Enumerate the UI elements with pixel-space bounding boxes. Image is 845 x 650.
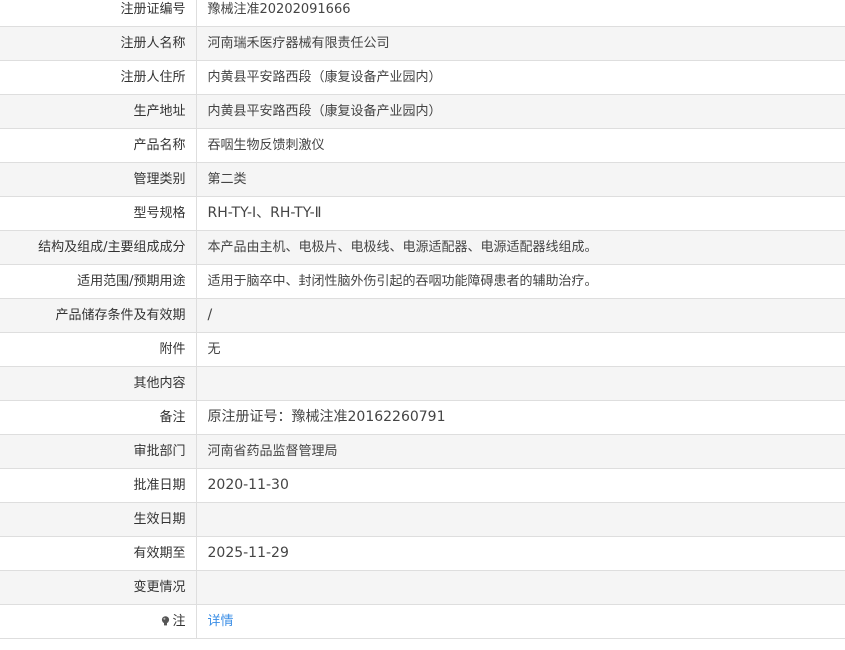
- label-approval-date: 批准日期: [0, 468, 197, 503]
- label-valid-until: 有效期至: [0, 536, 197, 571]
- value-approval-date: 2020-11-30: [196, 468, 845, 503]
- row-structure-composition: 结构及组成/主要组成成分 本产品由主机、电极片、电极线、电源适配器、电源适配器线…: [0, 230, 845, 265]
- row-registration-number: 注册证编号 豫械注准20202091666: [0, 0, 845, 27]
- row-registrant-address: 注册人住所 内黄县平安路西段（康复设备产业园内）: [0, 60, 845, 95]
- lightbulb-icon: [161, 616, 170, 626]
- value-remarks: 原注册证号：豫械注准20162260791: [196, 400, 845, 435]
- value-structure-composition: 本产品由主机、电极片、电极线、电源适配器、电源适配器线组成。: [196, 230, 845, 265]
- value-other-content: [196, 366, 845, 401]
- label-approval-department: 审批部门: [0, 434, 197, 469]
- value-valid-until: 2025-11-29: [196, 536, 845, 571]
- value-note: 详情: [196, 604, 845, 639]
- label-registrant-address: 注册人住所: [0, 60, 197, 95]
- label-storage-validity: 产品储存条件及有效期: [0, 298, 197, 333]
- row-intended-use: 适用范围/预期用途 适用于脑卒中、封闭性脑外伤引起的吞咽功能障碍患者的辅助治疗。: [0, 264, 845, 299]
- value-approval-department: 河南省药品监督管理局: [196, 434, 845, 469]
- value-storage-validity: /: [196, 298, 845, 333]
- label-intended-use: 适用范围/预期用途: [0, 264, 197, 299]
- value-registrant-name: 河南瑞禾医疗器械有限责任公司: [196, 26, 845, 61]
- label-remarks: 备注: [0, 400, 197, 435]
- label-other-content: 其他内容: [0, 366, 197, 401]
- label-product-name: 产品名称: [0, 128, 197, 163]
- label-registrant-name: 注册人名称: [0, 26, 197, 61]
- row-valid-until: 有效期至 2025-11-29: [0, 536, 845, 571]
- label-production-address: 生产地址: [0, 94, 197, 129]
- details-link[interactable]: 详情: [208, 614, 234, 629]
- row-product-name: 产品名称 吞咽生物反馈刺激仪: [0, 128, 845, 163]
- label-registration-number: 注册证编号: [0, 0, 197, 27]
- label-effective-date: 生效日期: [0, 502, 197, 537]
- row-other-content: 其他内容: [0, 366, 845, 401]
- row-approval-date: 批准日期 2020-11-30: [0, 468, 845, 503]
- row-registrant-name: 注册人名称 河南瑞禾医疗器械有限责任公司: [0, 26, 845, 61]
- label-attachments: 附件: [0, 332, 197, 367]
- value-management-category: 第二类: [196, 162, 845, 197]
- row-management-category: 管理类别 第二类: [0, 162, 845, 197]
- row-attachments: 附件 无: [0, 332, 845, 367]
- row-storage-validity: 产品储存条件及有效期 /: [0, 298, 845, 333]
- row-model-spec: 型号规格 RH-TY-Ⅰ、RH-TY-Ⅱ: [0, 196, 845, 231]
- value-attachments: 无: [196, 332, 845, 367]
- row-remarks: 备注 原注册证号：豫械注准20162260791: [0, 400, 845, 435]
- row-note: 注 详情: [0, 604, 845, 639]
- value-model-spec: RH-TY-Ⅰ、RH-TY-Ⅱ: [196, 196, 845, 231]
- value-change-status: [196, 570, 845, 605]
- value-registration-number: 豫械注准20202091666: [196, 0, 845, 27]
- label-management-category: 管理类别: [0, 162, 197, 197]
- value-registrant-address: 内黄县平安路西段（康复设备产业园内）: [196, 60, 845, 95]
- row-approval-department: 审批部门 河南省药品监督管理局: [0, 434, 845, 469]
- row-effective-date: 生效日期: [0, 502, 845, 537]
- value-production-address: 内黄县平安路西段（康复设备产业园内）: [196, 94, 845, 129]
- label-note: 注: [0, 604, 197, 639]
- label-change-status: 变更情况: [0, 570, 197, 605]
- row-production-address: 生产地址 内黄县平安路西段（康复设备产业园内）: [0, 94, 845, 129]
- label-model-spec: 型号规格: [0, 196, 197, 231]
- registration-detail-table: 注册证编号 豫械注准20202091666 注册人名称 河南瑞禾医疗器械有限责任…: [0, 0, 845, 639]
- row-change-status: 变更情况: [0, 570, 845, 605]
- value-product-name: 吞咽生物反馈刺激仪: [196, 128, 845, 163]
- value-effective-date: [196, 502, 845, 537]
- value-intended-use: 适用于脑卒中、封闭性脑外伤引起的吞咽功能障碍患者的辅助治疗。: [196, 264, 845, 299]
- label-structure-composition: 结构及组成/主要组成成分: [0, 230, 197, 265]
- note-label-text: 注: [172, 614, 186, 629]
